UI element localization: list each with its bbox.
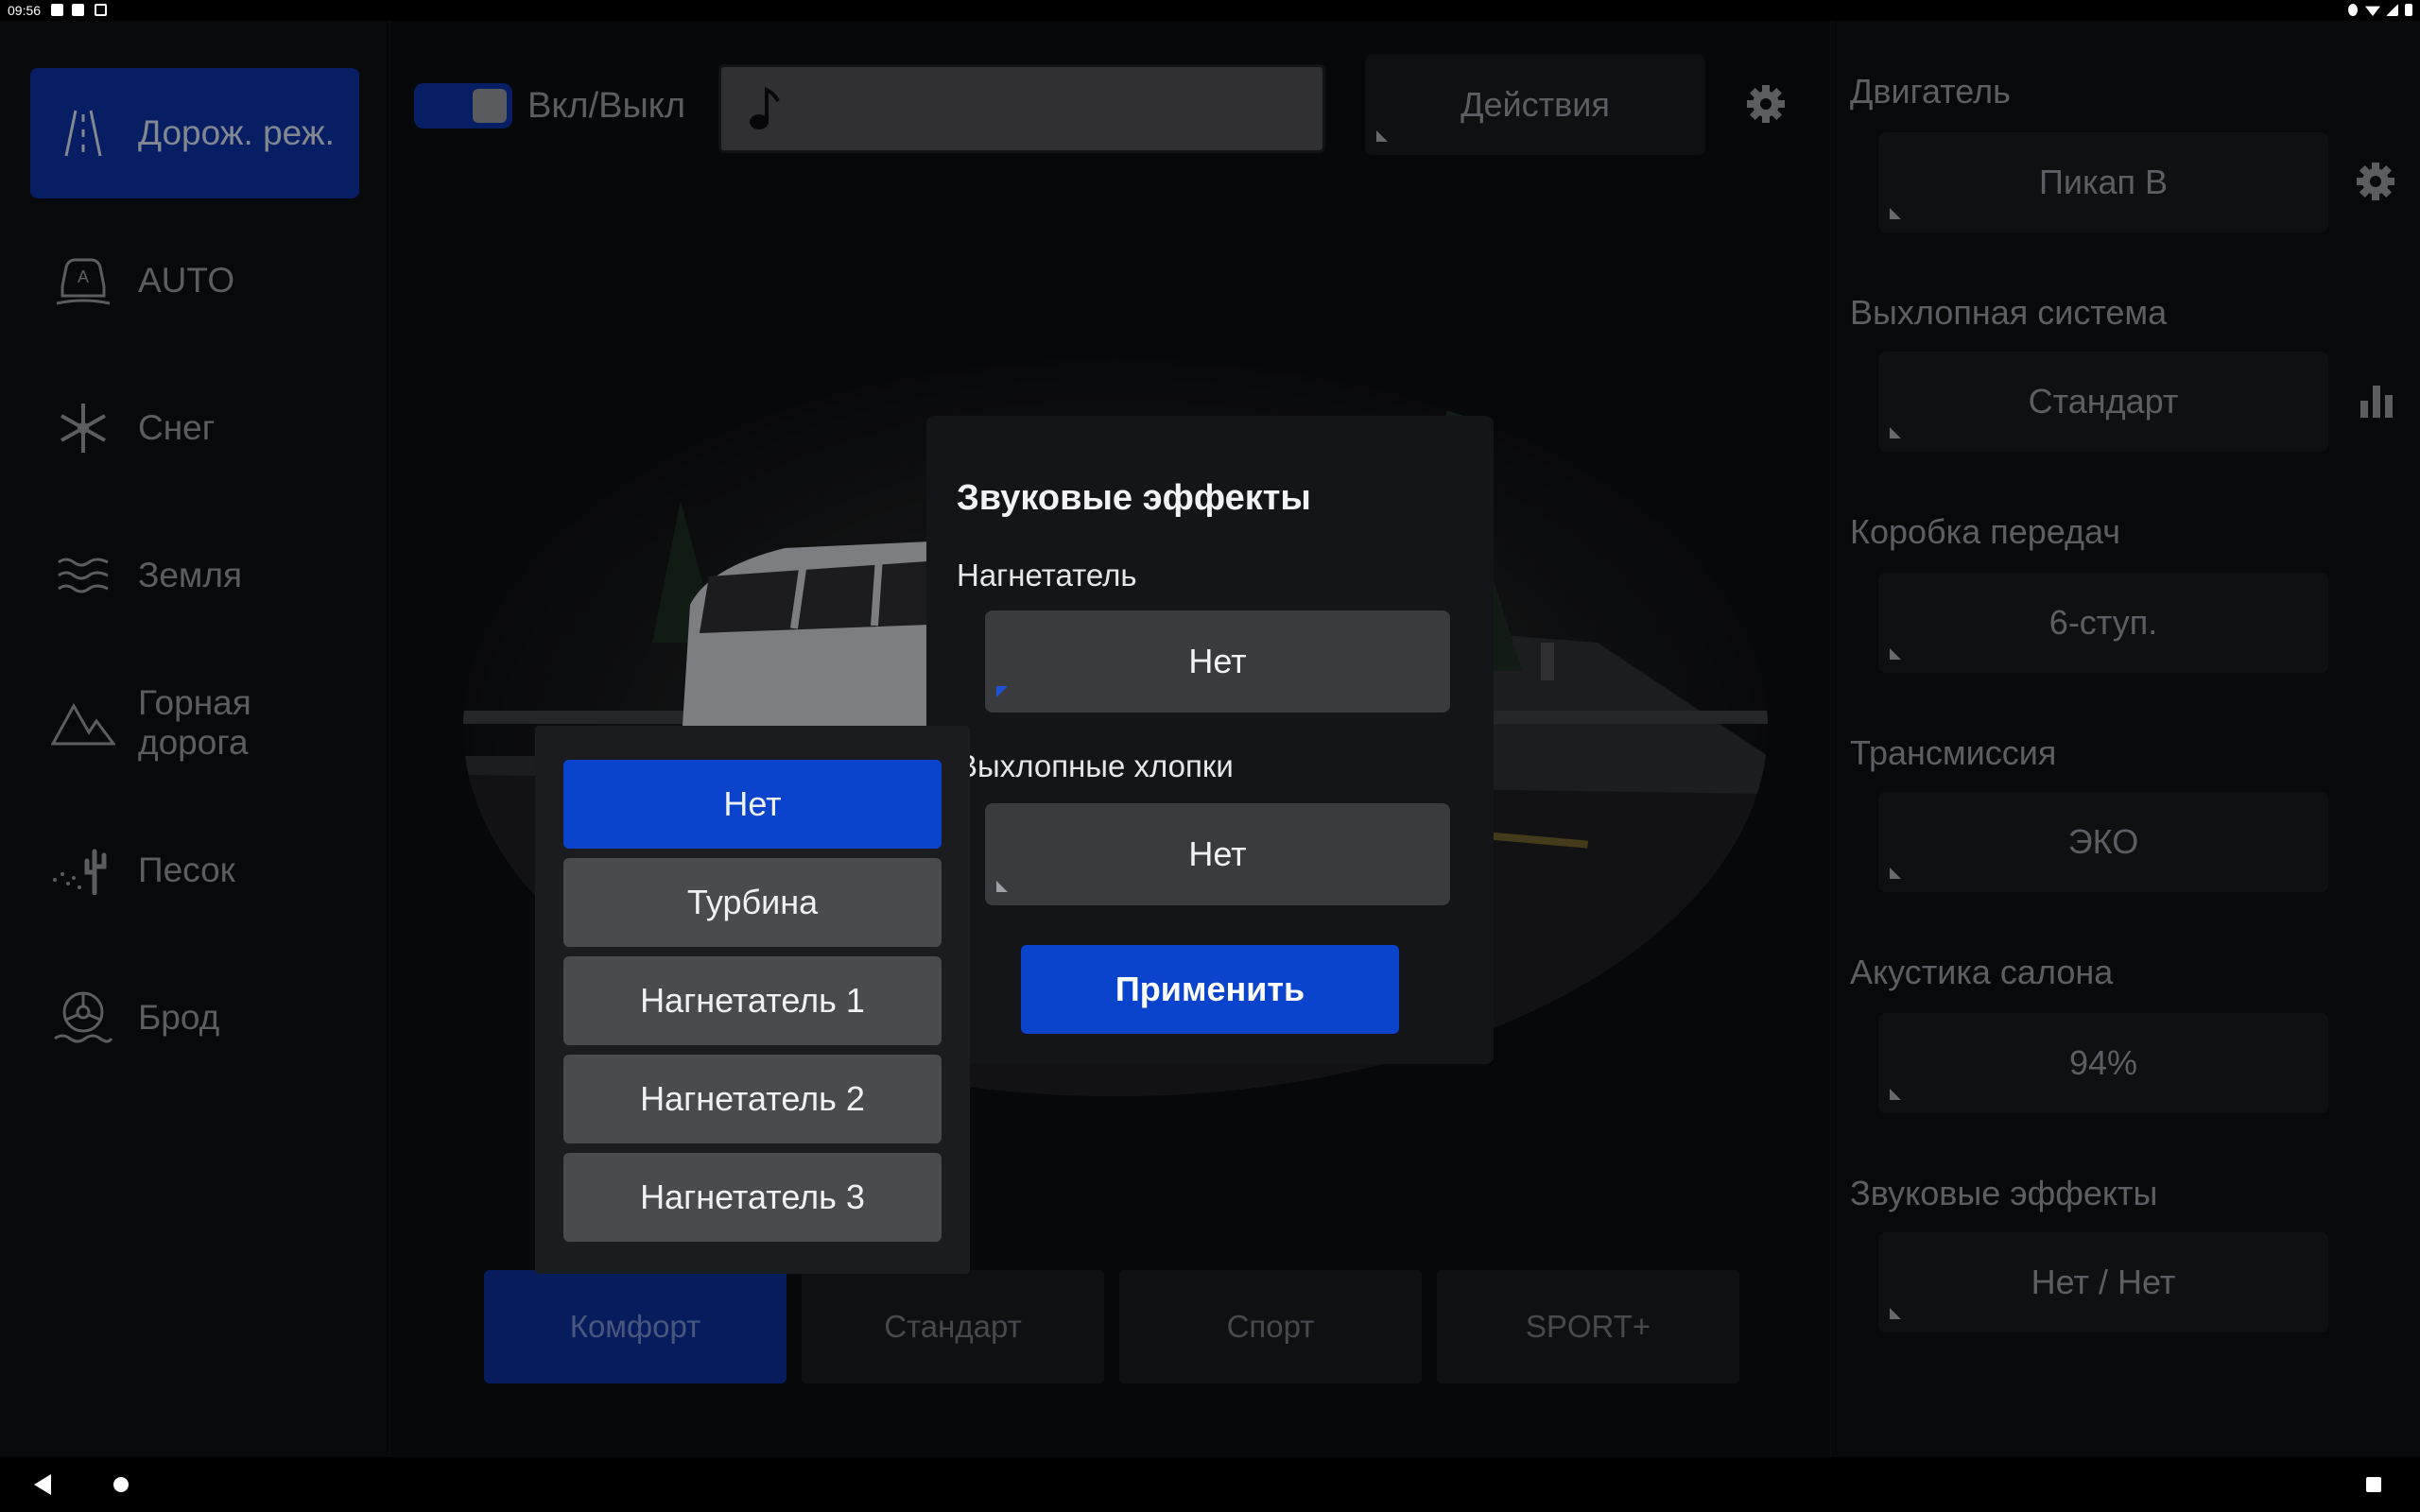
status-bar: 09:56 (0, 0, 2420, 21)
supercharger-select[interactable]: Нет (985, 610, 1450, 713)
location-icon (2348, 4, 2358, 16)
dropdown-option-supercharger-3[interactable]: Нагнетатель 3 (563, 1153, 942, 1242)
backfire-value: Нет (1188, 834, 1247, 873)
backfire-label: Выхлопные хлопки (957, 748, 1234, 783)
navigation-bar (0, 1457, 2420, 1512)
dialog-title: Звуковые эффекты (957, 478, 1311, 518)
dropdown-option-none[interactable]: Нет (563, 760, 942, 849)
recents-icon[interactable] (2365, 1476, 2382, 1493)
notification-icon (51, 4, 63, 16)
status-time: 09:56 (8, 3, 42, 18)
dropdown-corner-icon (996, 881, 1008, 892)
battery-icon (2405, 4, 2412, 16)
dropdown-option-supercharger-2[interactable]: Нагнетатель 2 (563, 1055, 942, 1143)
dropdown-option-supercharger-1[interactable]: Нагнетатель 1 (563, 956, 942, 1045)
signal-icon (2386, 4, 2398, 16)
notification-icon (72, 4, 84, 16)
supercharger-label: Нагнетатель (957, 558, 1137, 593)
apply-button[interactable]: Применить (1021, 945, 1399, 1034)
back-icon[interactable] (34, 1474, 53, 1495)
dropdown-corner-icon (996, 686, 1008, 697)
wifi-icon (2365, 6, 2380, 16)
home-icon[interactable] (112, 1475, 130, 1494)
backfire-select[interactable]: Нет (985, 803, 1450, 905)
dropdown-option-turbo[interactable]: Турбина (563, 858, 942, 947)
notification-icon (95, 4, 107, 16)
supercharger-value: Нет (1188, 642, 1247, 680)
